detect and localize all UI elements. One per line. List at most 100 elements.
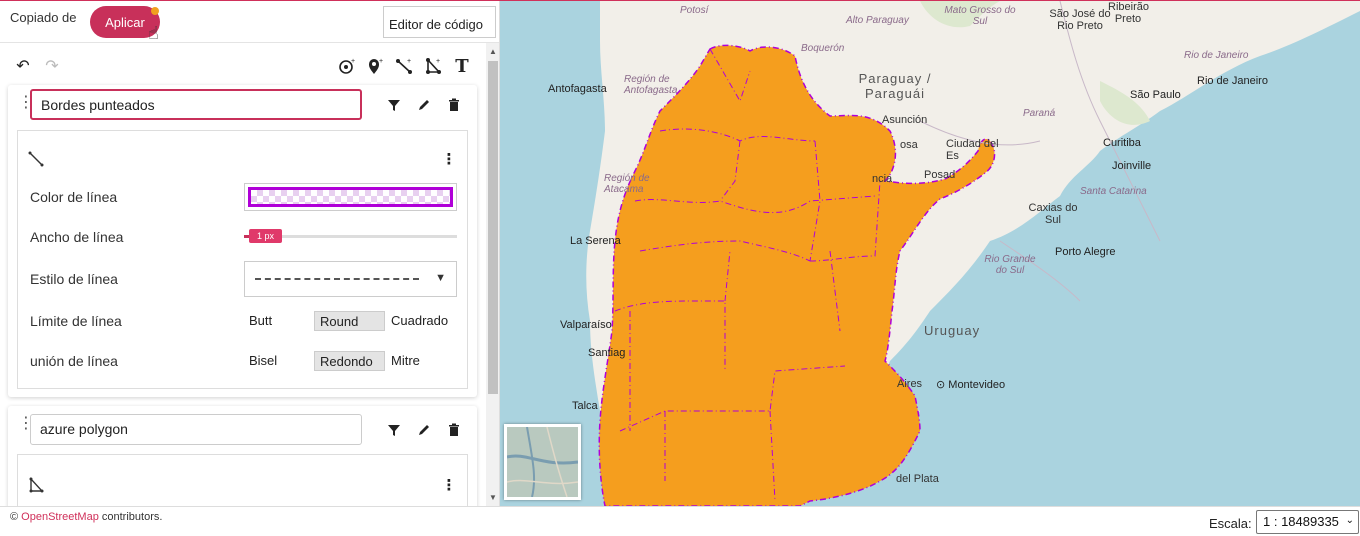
hand-cursor-icon: ☝ — [148, 23, 159, 43]
polygon-icon — [26, 475, 46, 495]
layer-card-bordes: ⋮⋮ Bordes punteados ⋮ Color de línea — [8, 85, 477, 397]
map-label: Caxias do Sul — [1028, 202, 1078, 226]
map-label: Ribeirão Preto — [1108, 1, 1149, 25]
svg-text:+: + — [407, 58, 411, 65]
scale-value: 1 : 18489335 — [1263, 514, 1339, 529]
dash-pattern-preview — [255, 278, 419, 280]
line-icon — [26, 149, 46, 169]
map-label: Rio Grande do Sul — [984, 254, 1036, 276]
filter-icon[interactable] — [384, 95, 404, 115]
app-root: Copiado de Aplicar ☝ Editor de código ↶ … — [0, 0, 1360, 536]
layer-panel: Copiado de Aplicar ☝ Editor de código ↶ … — [0, 1, 500, 506]
map-label: Porto Alegre — [1055, 246, 1116, 258]
add-line-icon[interactable]: + — [393, 55, 415, 77]
trash-icon[interactable] — [444, 95, 464, 115]
line-cap-square[interactable]: Cuadrado — [386, 311, 453, 331]
chevron-down-icon: ⌄ — [1345, 515, 1354, 526]
map-label: ⊙ Montevideo — [936, 379, 1006, 391]
line-cap-butt[interactable]: Butt — [244, 311, 277, 331]
map-label: Joinville — [1112, 160, 1152, 172]
map-label: Uruguay — [924, 323, 981, 338]
pencil-icon[interactable] — [414, 95, 434, 115]
scale-select[interactable]: 1 : 18489335 ⌄ — [1256, 510, 1359, 534]
map-label: Potosí — [680, 5, 709, 16]
line-join-miter[interactable]: Mitre — [386, 351, 425, 371]
map-label: Talca — [572, 400, 598, 412]
line-style-select[interactable]: ▼ — [244, 261, 457, 297]
map-label: Antofagasta — [548, 83, 607, 95]
line-width-value[interactable]: 1 px — [249, 229, 282, 243]
edit-toolbar: ↶ ↷ + + + + T — [0, 51, 485, 83]
map-label: Boquerón — [801, 43, 845, 54]
layer-card-azure: ⋮⋮ azure polygon ⋮ — [8, 406, 477, 506]
line-style-label: Estilo de línea — [30, 271, 118, 287]
line-color-swatch — [248, 187, 453, 207]
filter-icon[interactable] — [384, 420, 404, 440]
line-cap-label: Límite de línea — [30, 313, 122, 329]
contributors-text: contributors. — [101, 511, 163, 523]
svg-text:+: + — [379, 58, 383, 65]
layer-properties-panel: ⋮ Color de línea Ancho de línea 1 px Est… — [17, 130, 468, 389]
redo-icon[interactable]: ↷ — [41, 55, 63, 77]
scrollbar-thumb[interactable] — [488, 61, 498, 394]
line-join-round[interactable]: Redondo — [314, 351, 385, 371]
map-label: osa — [900, 139, 918, 151]
map-label: Rio de Janeiro — [1197, 75, 1268, 87]
map-label: del Plata — [896, 473, 939, 485]
map-label: Aires — [897, 378, 923, 390]
undo-icon[interactable]: ↶ — [12, 55, 34, 77]
map-label: Curitiba — [1103, 137, 1141, 149]
add-marker-icon[interactable]: + — [364, 55, 386, 77]
chevron-down-icon: ▼ — [435, 272, 446, 284]
layer-name-input[interactable]: azure polygon — [30, 414, 362, 445]
line-color-label: Color de línea — [30, 189, 118, 205]
line-color-picker[interactable] — [244, 183, 457, 211]
drag-handle-icon[interactable]: ⋮⋮ — [18, 416, 48, 432]
map-view[interactable]: Potosí Alto Paraguay Mato Grosso do Sul … — [500, 1, 1360, 506]
svg-text:+: + — [351, 58, 355, 65]
map-label: ncia — [872, 173, 893, 185]
map-label: Posad — [924, 169, 956, 181]
line-join-bevel[interactable]: Bisel — [244, 351, 282, 371]
line-width-label: Ancho de línea — [30, 229, 124, 245]
scroll-down-icon[interactable]: ▼ — [489, 493, 497, 502]
code-editor-button[interactable]: Editor de código — [383, 6, 496, 38]
attribution: © OpenStreetMap contributors. — [10, 511, 162, 523]
more-options-icon[interactable]: ⋮ — [439, 475, 459, 495]
map-label: Región de Atacama — [604, 173, 650, 195]
line-join-label: unión de línea — [30, 353, 118, 369]
map-label: Mato Grosso do Sul — [944, 5, 1016, 27]
pencil-icon[interactable] — [414, 420, 434, 440]
footer-bar: © OpenStreetMap contributors. Escala: 1 … — [0, 506, 1360, 536]
add-text-icon[interactable]: T — [451, 55, 473, 77]
map-label: Santa Catarina — [1080, 186, 1147, 197]
line-cap-round[interactable]: Round — [314, 311, 385, 331]
scroll-up-icon[interactable]: ▲ — [489, 47, 497, 56]
add-point-icon[interactable]: + — [336, 55, 358, 77]
osm-link[interactable]: OpenStreetMap — [21, 511, 99, 523]
unsaved-indicator — [151, 7, 159, 15]
add-polygon-icon[interactable]: + — [422, 55, 444, 77]
trash-icon[interactable] — [444, 420, 464, 440]
scale-label: Escala: — [1209, 516, 1252, 531]
layer-name-input[interactable]: Bordes punteados — [30, 89, 362, 120]
more-options-icon[interactable]: ⋮ — [439, 149, 459, 169]
map-label: Región de Antofagasta — [624, 74, 678, 96]
basemap-thumbnail[interactable] — [504, 424, 581, 500]
drag-handle-icon[interactable]: ⋮⋮ — [18, 95, 48, 111]
map-label: Paraguay / Paraguái — [858, 71, 932, 101]
map-label: Asunción — [882, 114, 928, 126]
map-label: Rio de Janeiro — [1184, 50, 1249, 61]
copyright-symbol: © — [10, 511, 19, 523]
map-label: Paraná — [1023, 108, 1056, 119]
map-label: Santiag — [588, 347, 626, 359]
top-bar: Copiado de Aplicar ☝ Editor de código — [0, 1, 499, 43]
map-label: Valparaíso — [560, 319, 612, 331]
map-label: La Serena — [570, 235, 621, 247]
map-label: Alto Paraguay — [846, 15, 909, 26]
apply-label: Aplicar — [105, 14, 145, 30]
copied-from-text: Copiado de — [10, 10, 77, 25]
map-label-text: Montevideo — [948, 379, 1006, 391]
svg-text:+: + — [436, 58, 440, 65]
map-label: São Paulo — [1130, 89, 1181, 101]
